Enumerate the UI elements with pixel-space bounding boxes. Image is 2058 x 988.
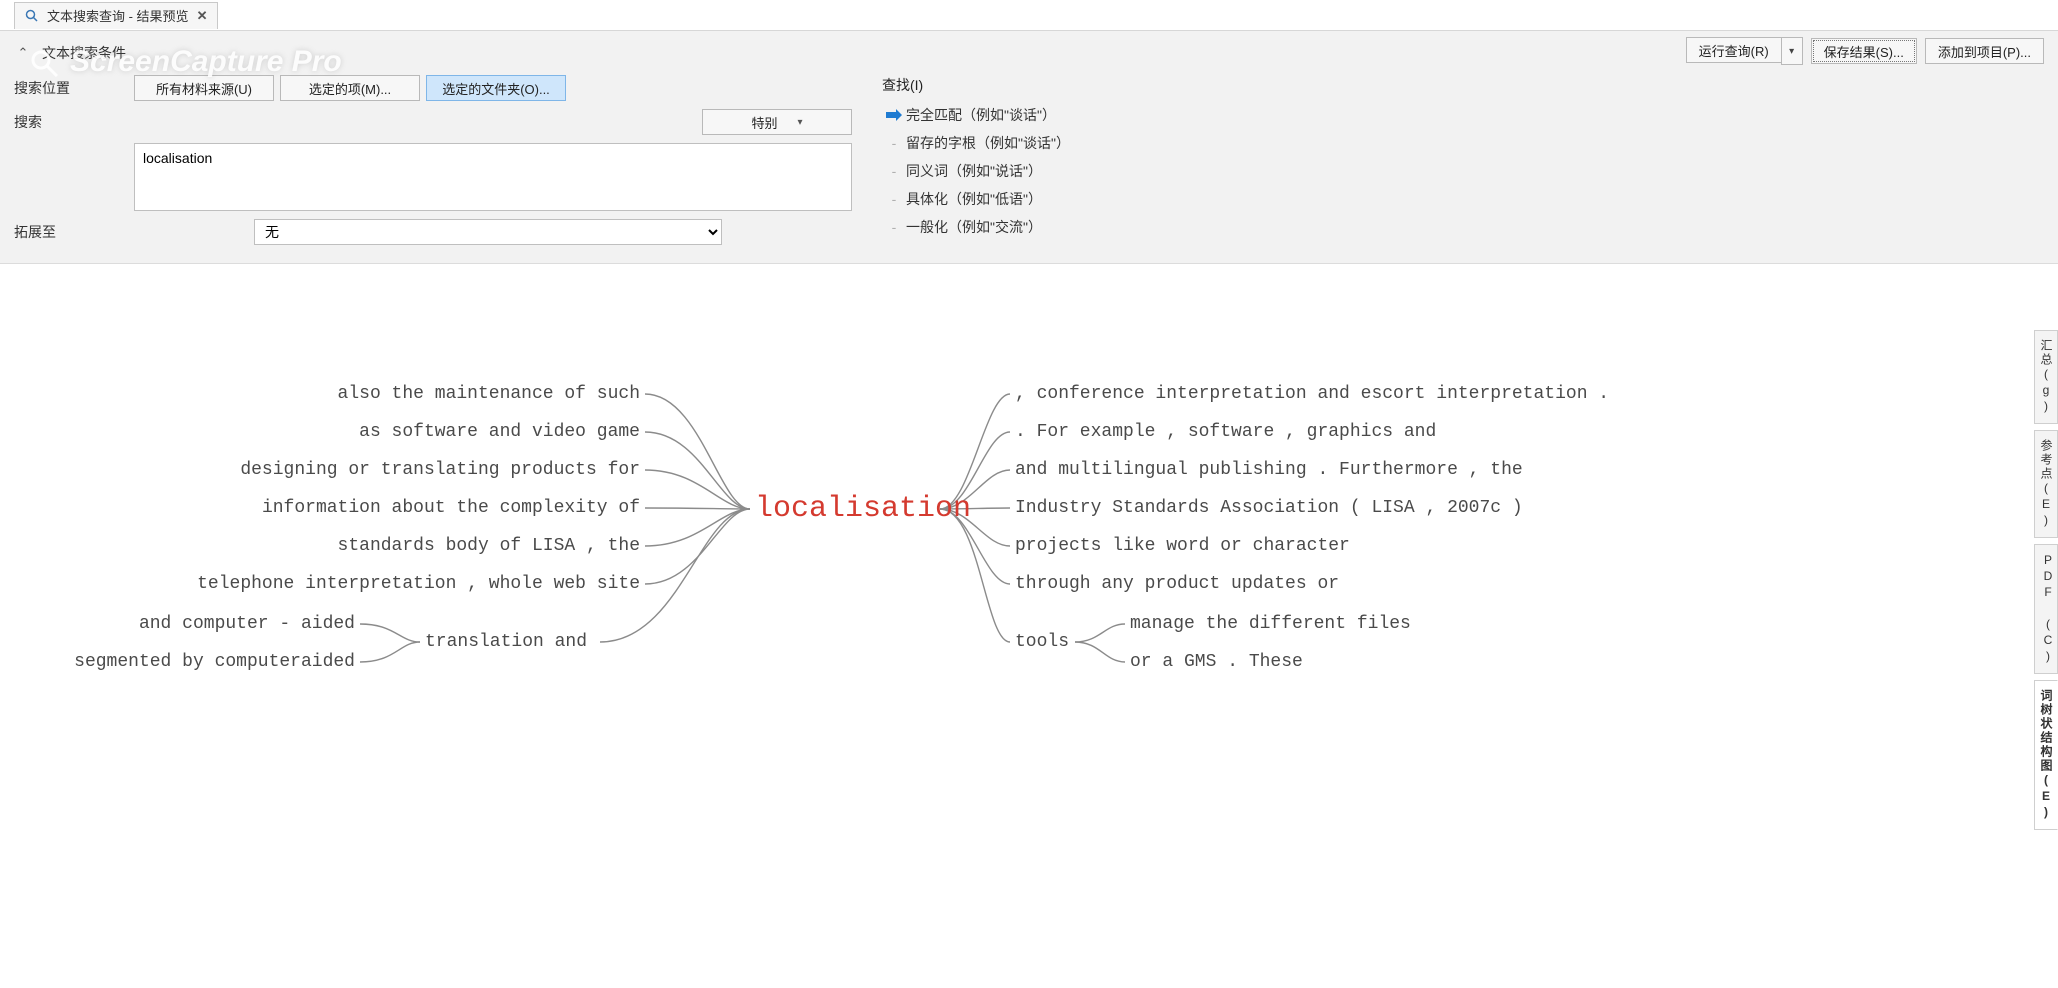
run-query-dropdown[interactable]: ▾: [1781, 37, 1803, 65]
label-find: 查找(I): [882, 75, 1070, 95]
tree-right-item[interactable]: and multilingual publishing . Furthermor…: [1015, 460, 1523, 480]
panel-title: 文本搜索条件: [42, 43, 126, 63]
side-tab-pdf[interactable]: PDF (C): [2034, 544, 2058, 674]
tree-left-item[interactable]: also the maintenance of such: [338, 384, 640, 404]
dash-icon: -: [882, 191, 906, 207]
find-option-label: 留存的字根（例如"谈话"）: [906, 133, 1070, 153]
tab-strip: 文本搜索查询 - 结果预览 ✕: [0, 0, 2058, 31]
tree-left-item[interactable]: designing or translating products for: [240, 460, 640, 480]
tab-text-search[interactable]: 文本搜索查询 - 结果预览 ✕: [14, 2, 218, 29]
find-option[interactable]: -同义词（例如"说话"）: [882, 157, 1070, 185]
label-search-in: 搜索位置: [14, 78, 134, 98]
find-option-label: 具体化（例如"低语"）: [906, 189, 1042, 209]
tree-left-item[interactable]: telephone interpretation , whole web sit…: [197, 574, 640, 594]
close-icon[interactable]: ✕: [197, 8, 208, 24]
word-tree-canvas: localisation also the maintenance of suc…: [0, 264, 2058, 904]
search-icon: [25, 9, 39, 23]
side-tabs: 汇总(g) 参考点(E) PDF (C) 词树状结构图(E): [2034, 330, 2058, 830]
arrow-right-icon: [882, 109, 906, 121]
tree-center-word[interactable]: localisation: [755, 492, 971, 526]
add-to-project-button[interactable]: 添加到项目(P)...: [1925, 38, 2044, 64]
tab-title: 文本搜索查询 - 结果预览: [47, 6, 189, 25]
criteria-panel: ⌃ 文本搜索条件 运行查询(R) ▾ 保存结果(S)... 添加到项目(P)..…: [0, 31, 2058, 264]
side-tab-summary[interactable]: 汇总(g): [2034, 330, 2058, 424]
tree-right-item[interactable]: Industry Standards Association ( LISA , …: [1015, 498, 1523, 518]
label-search: 搜索: [14, 112, 134, 132]
tree-left-group-label[interactable]: translation and: [425, 632, 587, 652]
tree-left-item[interactable]: information about the complexity of: [262, 498, 640, 518]
find-option[interactable]: 完全匹配（例如"谈话"）: [882, 101, 1070, 129]
source-selected-folders-button[interactable]: 选定的文件夹(O)...: [426, 75, 566, 101]
find-option-label: 一般化（例如"交流"）: [906, 217, 1042, 237]
tree-right-sub-item[interactable]: manage the different files: [1130, 614, 1411, 634]
dash-icon: -: [882, 219, 906, 235]
dash-icon: -: [882, 163, 906, 179]
dash-icon: -: [882, 135, 906, 151]
side-tab-reference[interactable]: 参考点(E): [2034, 430, 2058, 538]
find-option[interactable]: -一般化（例如"交流"）: [882, 213, 1070, 241]
search-input[interactable]: localisation: [134, 143, 852, 211]
source-segment: 所有材料来源(U) 选定的项(M)... 选定的文件夹(O)...: [134, 75, 566, 101]
special-dropdown[interactable]: 特别▾: [702, 109, 852, 135]
panel-actions: 运行查询(R) ▾ 保存结果(S)... 添加到项目(P)...: [1686, 37, 2044, 65]
find-option[interactable]: -留存的字根（例如"谈话"）: [882, 129, 1070, 157]
find-options: 查找(I) 完全匹配（例如"谈话"）-留存的字根（例如"谈话"）-同义词（例如"…: [872, 75, 1070, 253]
find-option-label: 完全匹配（例如"谈话"）: [906, 105, 1056, 125]
source-all-button[interactable]: 所有材料来源(U): [134, 75, 274, 101]
side-tab-wordtree[interactable]: 词树状结构图(E): [2034, 680, 2058, 830]
run-query-button[interactable]: 运行查询(R): [1686, 37, 1781, 63]
label-expand: 拓展至: [14, 222, 134, 242]
find-option[interactable]: -具体化（例如"低语"）: [882, 185, 1070, 213]
find-option-label: 同义词（例如"说话"）: [906, 161, 1042, 181]
tree-right-item[interactable]: through any product updates or: [1015, 574, 1339, 594]
collapse-toggle[interactable]: ⌃: [14, 45, 32, 61]
source-selected-items-button[interactable]: 选定的项(M)...: [280, 75, 420, 101]
tree-left-item[interactable]: as software and video game: [359, 422, 640, 442]
tree-right-item[interactable]: . For example , software , graphics and: [1015, 422, 1436, 442]
tree-left-item[interactable]: standards body of LISA , the: [338, 536, 640, 556]
tree-right-item[interactable]: , conference interpretation and escort i…: [1015, 384, 1609, 404]
expand-select[interactable]: 无: [254, 219, 722, 245]
tree-right-sub-item[interactable]: or a GMS . These: [1130, 652, 1303, 672]
save-results-button[interactable]: 保存结果(S)...: [1811, 38, 1917, 64]
tree-right-group-label[interactable]: tools: [1015, 632, 1069, 652]
tree-right-item[interactable]: projects like word or character: [1015, 536, 1350, 556]
tree-left-sub-item[interactable]: and computer - aided: [139, 614, 355, 634]
tree-left-sub-item[interactable]: segmented by computeraided: [74, 652, 355, 672]
